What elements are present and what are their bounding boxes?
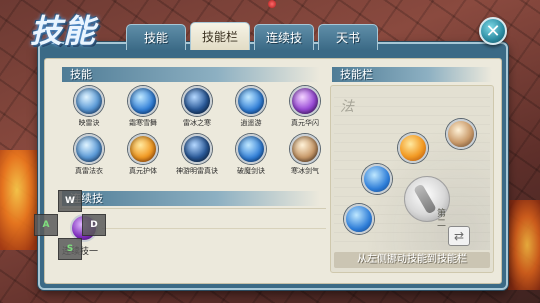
fire-shield-icon[interactable] <box>128 134 158 164</box>
tab-combo[interactable]: 连续技 <box>254 24 314 50</box>
wind-dash-icon[interactable] <box>236 86 266 116</box>
skill-grid: 映雷诀 霜寒雪舞 雷冰之寒 逍遥游 真元华闪真雷法衣 真元护体 神游明雷真诀 破魔剑诀 寒冰剑气 <box>62 86 332 176</box>
dpad-down-label: S <box>66 244 74 254</box>
bar-page-label: 第二 <box>435 208 445 228</box>
skill-label: 真元护体 <box>129 167 157 175</box>
switch-bar-button[interactable]: ⇄ <box>448 226 470 246</box>
skill-bar-section-header: 技能栏 <box>332 67 492 82</box>
drag-hint: 从左侧挪动技能到技能栏 <box>334 252 490 268</box>
tab-bar: 技能 技能栏 连续技 天书 <box>126 22 378 50</box>
swap-icon: ⇄ <box>453 229 465 243</box>
skill-item[interactable]: 霜寒雪舞 <box>116 86 170 128</box>
violet-flash-icon[interactable] <box>290 86 320 116</box>
tab-skills[interactable]: 技能 <box>126 24 186 50</box>
skill-label: 真元华闪 <box>291 119 319 127</box>
window-title: 技能 <box>30 12 97 50</box>
skill-item[interactable]: 雷冰之寒 <box>170 86 224 128</box>
skill-bar-slot-3[interactable] <box>362 164 392 194</box>
skill-item[interactable]: 逍遥游 <box>224 86 278 128</box>
calligraphy-text: 法 <box>340 99 354 115</box>
skill-label: 逍遥游 <box>240 119 262 127</box>
combo-divider <box>102 228 326 229</box>
dpad-down-key[interactable]: S <box>58 238 82 260</box>
skill-label: 映雷诀 <box>78 119 100 127</box>
frost-swirl-icon[interactable] <box>128 86 158 116</box>
sword-wave-icon[interactable] <box>236 134 266 164</box>
tab-heavenly-book[interactable]: 天书 <box>318 24 378 50</box>
lava-pool-right <box>508 200 540 290</box>
dpad-up-key[interactable]: W <box>58 190 82 212</box>
skill-label: 破魔剑诀 <box>237 167 265 175</box>
skill-item[interactable]: 破魔剑诀 <box>224 134 278 176</box>
close-button[interactable]: ✕ <box>479 17 507 45</box>
skill-label: 真雷法衣 <box>75 167 103 175</box>
skill-item[interactable]: 真元护体 <box>116 134 170 176</box>
ice-lightning-icon[interactable] <box>182 86 212 116</box>
dpad-right-key[interactable]: D <box>82 214 106 236</box>
dpad-left-key[interactable]: A <box>34 214 58 236</box>
skill-bar-slot-2[interactable] <box>398 133 428 163</box>
skills-section-header: 技能 <box>62 67 320 82</box>
skill-label: 霜寒雪舞 <box>129 119 157 127</box>
skill-item[interactable]: 寒冰剑气 <box>278 134 332 176</box>
skill-label: 雷冰之寒 <box>183 119 211 127</box>
skill-item[interactable]: 神游明雷真诀 <box>170 134 224 176</box>
close-icon: ✕ <box>485 20 501 42</box>
skill-label: 神游明雷真诀 <box>176 167 218 175</box>
skill-item[interactable]: 真元华闪 <box>278 86 332 128</box>
lightning-orb-icon[interactable] <box>74 86 104 116</box>
world-light-marker <box>268 0 276 8</box>
directional-pad: W A D S <box>32 190 108 266</box>
skill-bar-slot-1[interactable] <box>446 119 476 149</box>
dpad-up-label: W <box>65 196 75 206</box>
skill-label: 寒冰剑气 <box>291 167 319 175</box>
spirit-thunder-icon[interactable] <box>182 134 212 164</box>
ghost-warrior-icon[interactable] <box>290 134 320 164</box>
skill-item[interactable]: 映雷诀 <box>62 86 116 128</box>
dpad-right-label: D <box>90 220 98 230</box>
skill-bar-slot-4[interactable] <box>344 204 374 234</box>
dpad-left-label: A <box>42 220 50 230</box>
tab-skill-bar[interactable]: 技能栏 <box>190 22 250 50</box>
skill-item[interactable]: 真雷法衣 <box>62 134 116 176</box>
thunder-robe-icon[interactable] <box>74 134 104 164</box>
